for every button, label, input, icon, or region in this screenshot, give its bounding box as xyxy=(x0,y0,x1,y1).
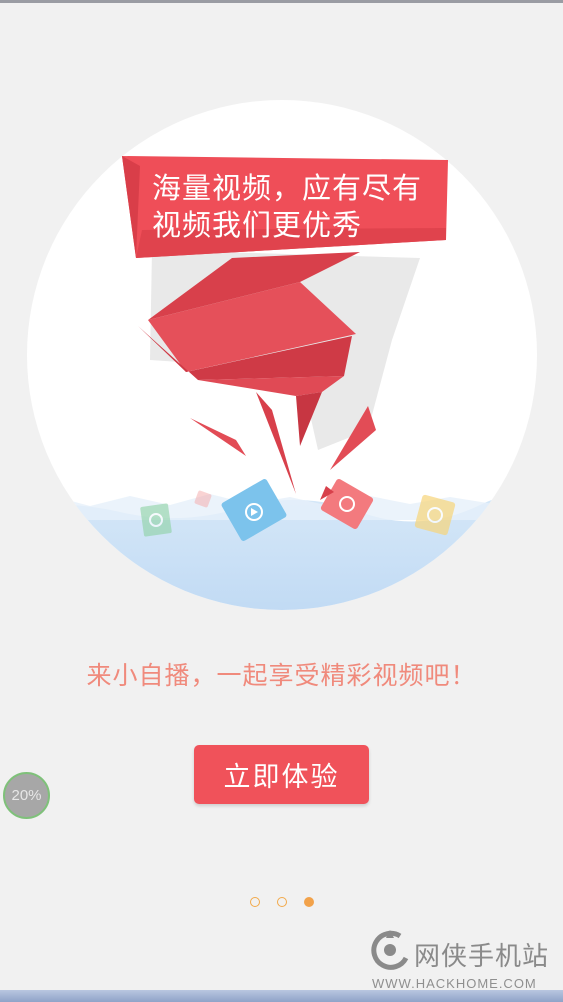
guide-illustration xyxy=(0,0,563,640)
watermark: 网侠手机站 WWW.HACKHOME.COM xyxy=(370,928,560,991)
ticket-green xyxy=(140,503,172,537)
slogan-text: 来小自播，一起享受精彩视频吧！ xyxy=(86,661,477,690)
banner-line-1: 海量视频，应有尽有 xyxy=(152,171,423,205)
watermark-name: 网侠手机站 xyxy=(414,942,550,972)
progress-label: 20% xyxy=(11,787,42,804)
page-indicator xyxy=(0,897,563,909)
watermark-url: WWW.HACKHOME.COM xyxy=(372,976,537,991)
page-dot-2[interactable] xyxy=(277,897,287,907)
ribbon-illustration xyxy=(27,100,537,610)
page-dot-1[interactable] xyxy=(250,897,260,907)
bottom-edge xyxy=(0,990,563,1002)
start-experience-button[interactable]: 立即体验 xyxy=(194,745,369,804)
watermark-logo-icon xyxy=(371,930,409,970)
page-dot-3[interactable] xyxy=(304,897,314,907)
banner-text: 海量视频，应有尽有 视频我们更优秀 xyxy=(152,170,452,244)
progress-ring[interactable]: 20% xyxy=(3,772,50,819)
banner-line-2: 视频我们更优秀 xyxy=(152,208,363,242)
